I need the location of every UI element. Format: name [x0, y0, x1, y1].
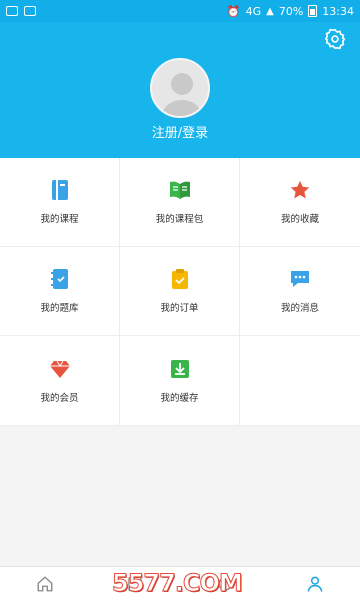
open-book-icon [169, 179, 191, 201]
chat-icon [289, 268, 311, 290]
battery-percent: 70% [278, 4, 304, 18]
signal-icon: ▲ [266, 5, 274, 17]
my-courses-item[interactable]: 我的课程 [0, 158, 120, 247]
alarm-icon: ⏰ [226, 4, 241, 18]
cell-label: 我的课程包 [155, 214, 204, 225]
download-icon [169, 358, 191, 380]
cell-label: 我的订单 [160, 303, 199, 314]
cell-label: 我的缓存 [160, 392, 199, 404]
user-icon [307, 576, 323, 592]
login-register-link[interactable]: 注册/登录 [0, 122, 360, 141]
avatar[interactable] [150, 58, 210, 118]
tab-profile[interactable] [270, 567, 360, 600]
image-notification-icon [6, 6, 18, 16]
tab-home[interactable] [0, 567, 90, 600]
diamond-icon [49, 358, 71, 380]
site-watermark: 5577.COM [112, 569, 244, 598]
my-favorites-item[interactable]: 我的收藏 [240, 158, 360, 247]
star-icon [289, 179, 311, 201]
menu-grid: 我的课程 我的课程包 我的收藏 我的题库 我的订单 我的消息 我的会员 我的缓存 [0, 158, 360, 426]
network-type: 4G [245, 4, 262, 18]
app-notification-icon [24, 6, 36, 16]
cell-label: 我的题库 [40, 303, 79, 314]
my-messages-item[interactable]: 我的消息 [240, 247, 360, 336]
cell-label: 我的课程 [40, 214, 79, 225]
home-icon [37, 575, 53, 591]
my-orders-item[interactable]: 我的订单 [120, 247, 240, 336]
my-course-packages-item[interactable]: 我的课程包 [120, 158, 240, 247]
my-question-bank-item[interactable]: 我的题库 [0, 247, 120, 336]
clipboard-icon [169, 268, 191, 290]
my-cache-item[interactable]: 我的缓存 [120, 336, 240, 426]
cell-label: 我的收藏 [280, 214, 319, 225]
settings-gear-icon[interactable] [324, 28, 346, 50]
empty-cell [240, 336, 360, 426]
cell-label: 我的会员 [40, 392, 79, 404]
book-icon [49, 179, 71, 201]
my-membership-item[interactable]: 我的会员 [0, 336, 120, 426]
clock: 13:34 [322, 4, 354, 18]
cell-label: 我的消息 [280, 303, 319, 314]
notebook-icon [49, 268, 71, 290]
status-bar: ⏰ 4G ▲ 70% 13:34 [0, 0, 360, 22]
profile-header: 注册/登录 [0, 22, 360, 158]
battery-icon [308, 5, 318, 17]
